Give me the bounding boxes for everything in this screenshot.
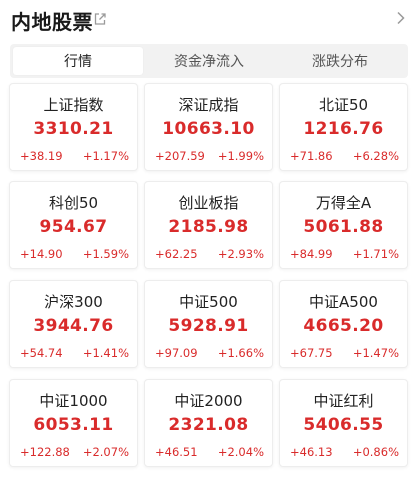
- index-change-pct: +1.59%: [82, 247, 129, 261]
- index-price: 3944.76: [33, 316, 114, 336]
- index-price: 3310.21: [33, 119, 114, 139]
- index-card[interactable]: 万得全A 5061.88 +84.99 +1.71%: [279, 181, 408, 269]
- index-change: +62.25: [155, 247, 198, 261]
- index-change-pct: +1.17%: [82, 149, 129, 163]
- index-price: 5928.91: [168, 316, 249, 336]
- index-name: 深证成指: [178, 96, 239, 114]
- index-card[interactable]: 中证2000 2321.08 +46.51 +2.04%: [144, 379, 273, 467]
- section-title: 内地股票: [11, 10, 93, 34]
- index-change: +97.09: [155, 346, 198, 360]
- index-price: 2321.08: [168, 415, 249, 435]
- index-name: 上证指数: [43, 96, 104, 114]
- index-change-pct: +2.07%: [82, 445, 129, 459]
- index-change-pct: +0.86%: [352, 445, 399, 459]
- index-price: 5061.88: [303, 217, 384, 237]
- index-change-pct: +1.71%: [352, 247, 399, 261]
- chevron-right-icon[interactable]: [396, 11, 406, 25]
- index-name: 中证红利: [313, 392, 374, 410]
- tab-market[interactable]: 行情: [13, 47, 143, 75]
- index-price: 1216.76: [303, 119, 384, 139]
- index-card[interactable]: 中证A500 4665.20 +67.75 +1.47%: [279, 280, 408, 368]
- index-price: 5406.55: [303, 415, 384, 435]
- index-change-pct: +2.93%: [217, 247, 264, 261]
- index-change-pct: +1.47%: [352, 346, 399, 360]
- index-card[interactable]: 中证1000 6053.11 +122.88 +2.07%: [9, 379, 138, 467]
- section-header: 内地股票: [0, 0, 418, 36]
- index-price: 4665.20: [303, 316, 384, 336]
- index-card[interactable]: 北证50 1216.76 +71.86 +6.28%: [279, 83, 408, 171]
- index-change: +46.51: [155, 445, 198, 459]
- index-change-pct: +2.04%: [217, 445, 264, 459]
- index-change-pct: +1.66%: [217, 346, 264, 360]
- index-change: +71.86: [290, 149, 333, 163]
- index-card[interactable]: 上证指数 3310.21 +38.19 +1.17%: [9, 83, 138, 171]
- index-change: +84.99: [290, 247, 333, 261]
- index-change: +46.13: [290, 445, 333, 459]
- index-price: 6053.11: [33, 415, 114, 435]
- index-card[interactable]: 中证红利 5406.55 +46.13 +0.86%: [279, 379, 408, 467]
- index-card[interactable]: 创业板指 2185.98 +62.25 +2.93%: [144, 181, 273, 269]
- index-change: +122.88: [20, 445, 70, 459]
- index-change-pct: +1.41%: [82, 346, 129, 360]
- tab-bar: 行情 资金净流入 涨跌分布: [10, 44, 408, 78]
- index-change-pct: +6.28%: [352, 149, 399, 163]
- index-change: +14.90: [20, 247, 63, 261]
- index-price: 10663.10: [162, 119, 255, 139]
- index-name: 中证500: [179, 293, 238, 311]
- index-card[interactable]: 沪深300 3944.76 +54.74 +1.41%: [9, 280, 138, 368]
- tab-net-inflow[interactable]: 资金净流入: [144, 47, 274, 75]
- index-change: +67.75: [290, 346, 333, 360]
- index-name: 沪深300: [44, 293, 103, 311]
- index-change-pct: +1.99%: [217, 149, 264, 163]
- index-card[interactable]: 科创50 954.67 +14.90 +1.59%: [9, 181, 138, 269]
- index-change: +38.19: [20, 149, 63, 163]
- index-name: 科创50: [48, 194, 99, 212]
- index-price: 954.67: [39, 217, 108, 237]
- index-name: 中证2000: [174, 392, 243, 410]
- index-change: +54.74: [20, 346, 63, 360]
- index-card[interactable]: 深证成指 10663.10 +207.59 +1.99%: [144, 83, 273, 171]
- index-name: 万得全A: [315, 194, 372, 212]
- index-name: 中证1000: [39, 392, 108, 410]
- index-change: +207.59: [155, 149, 205, 163]
- index-name: 北证50: [318, 96, 369, 114]
- index-name: 中证A500: [309, 293, 378, 311]
- index-price: 2185.98: [168, 217, 249, 237]
- index-card[interactable]: 中证500 5928.91 +97.09 +1.66%: [144, 280, 273, 368]
- share-icon[interactable]: [93, 12, 107, 26]
- index-name: 创业板指: [178, 194, 239, 212]
- tab-distribution[interactable]: 涨跌分布: [275, 47, 405, 75]
